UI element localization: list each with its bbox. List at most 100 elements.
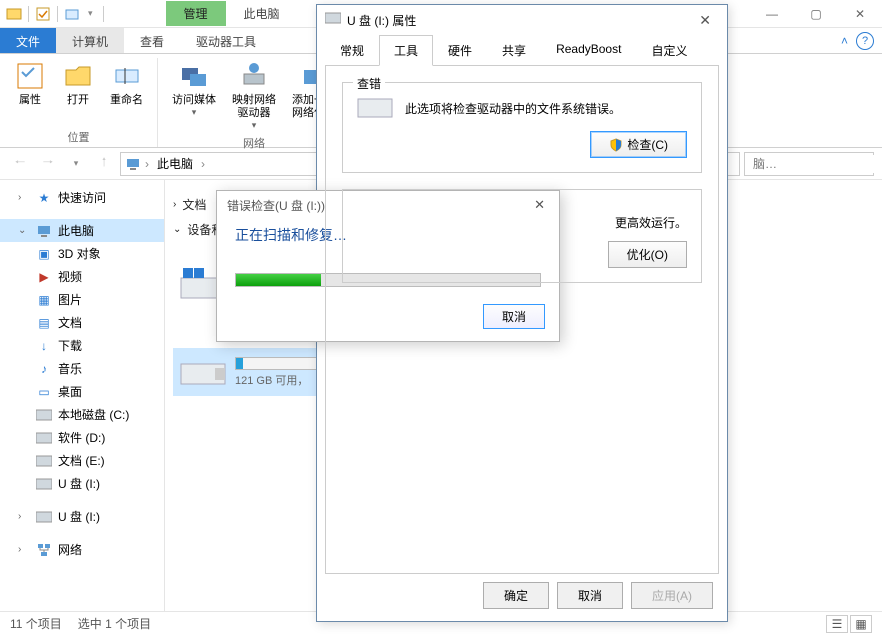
star-icon: ★ [36, 190, 52, 206]
chevron-down-icon: ▾ [192, 107, 197, 118]
optimize-description-tail: 更高效运行。 [357, 214, 687, 231]
qat-icon-2[interactable] [64, 6, 80, 22]
rename-button[interactable]: 重命名 [104, 58, 149, 127]
document-icon: ▤ [36, 315, 52, 331]
sidebar-item-usbI-root[interactable]: ›U 盘 (I:) [0, 505, 164, 528]
tab-sharing[interactable]: 共享 [487, 35, 541, 66]
picture-icon: ▦ [36, 292, 52, 308]
ribbon-collapse-icon[interactable]: ˄ [841, 34, 848, 48]
ok-button[interactable]: 确定 [483, 582, 549, 609]
sidebar-item-downloads[interactable]: ↓下载 [0, 334, 164, 357]
tab-tools[interactable]: 工具 [379, 35, 433, 66]
check-button[interactable]: 检查(C) [590, 131, 687, 158]
window-title: 此电脑 [226, 1, 298, 26]
apply-button[interactable]: 应用(A) [631, 582, 713, 609]
ribbon-group-network-label: 网络 [243, 133, 265, 153]
navigation-sidebar: › ★ 快速访问 ⌄ 此电脑 ▣3D 对象 ▶视频 ▦图片 ▤文档 ↓下载 ♪音… [0, 180, 165, 611]
open-button[interactable]: 打开 [56, 58, 100, 127]
drive-icon [36, 430, 52, 446]
desktop-icon: ▭ [36, 384, 52, 400]
qat-dropdown-icon[interactable]: ▾ [84, 8, 97, 19]
usb-drive-icon [36, 509, 52, 525]
help-icon[interactable]: ? [856, 32, 874, 50]
drive-icon [357, 95, 393, 121]
network-drive-icon [238, 60, 270, 92]
media-icon [178, 60, 210, 92]
tab-general[interactable]: 常规 [325, 35, 379, 66]
usb-drive-icon [36, 476, 52, 492]
sidebar-item-pictures[interactable]: ▦图片 [0, 288, 164, 311]
properties-dialog: U 盘 (I:) 属性 ✕ 常规 工具 硬件 共享 ReadyBoost 自定义… [316, 4, 728, 622]
sidebar-item-documents[interactable]: ▤文档 [0, 311, 164, 334]
fieldset-legend-check: 查错 [353, 75, 385, 92]
breadcrumb-thispc[interactable]: 此电脑 [153, 153, 197, 174]
sidebar-item-docsE[interactable]: 文档 (E:) [0, 449, 164, 472]
chevron-down-icon[interactable]: ⌄ [18, 225, 30, 236]
drive-icon [36, 453, 52, 469]
network-icon [36, 542, 52, 558]
properties-tabs: 常规 工具 硬件 共享 ReadyBoost 自定义 [317, 35, 727, 66]
chevron-right-icon[interactable]: › [145, 157, 149, 171]
search-input[interactable] [751, 155, 882, 173]
rename-icon [111, 60, 143, 92]
music-icon: ♪ [36, 361, 52, 377]
chevron-down-icon[interactable]: ⌄ [173, 224, 181, 235]
context-tab-manage[interactable]: 管理 [166, 1, 226, 26]
cube-icon: ▣ [36, 246, 52, 262]
sidebar-item-softD[interactable]: 软件 (D:) [0, 426, 164, 449]
drive-icon [36, 407, 52, 423]
check-description: 此选项将检查驱动器中的文件系统错误。 [405, 100, 687, 117]
video-icon: ▶ [36, 269, 52, 285]
maximize-button[interactable]: ▢ [794, 0, 838, 28]
fieldset-errorcheck: 查错 此选项将检查驱动器中的文件系统错误。 检查(C) [342, 82, 702, 173]
sidebar-item-network[interactable]: ›网络 [0, 538, 164, 561]
map-network-button[interactable]: 映射网络 驱动器 ▾ [226, 58, 282, 133]
tab-drivetools[interactable]: 驱动器工具 [180, 28, 272, 53]
optimize-button[interactable]: 优化(O) [608, 241, 687, 268]
chevron-right-icon[interactable]: › [18, 192, 30, 203]
sidebar-item-usbI[interactable]: U 盘 (I:) [0, 472, 164, 495]
tab-view[interactable]: 查看 [124, 28, 180, 53]
sidebar-item-quickaccess[interactable]: › ★ 快速访问 [0, 186, 164, 209]
chevron-right-icon[interactable]: › [201, 157, 205, 171]
nav-back-button[interactable]: 🠐 [8, 152, 32, 176]
tab-hardware[interactable]: 硬件 [433, 35, 487, 66]
cancel-button[interactable]: 取消 [557, 582, 623, 609]
sidebar-item-3dobjects[interactable]: ▣3D 对象 [0, 242, 164, 265]
minimize-button[interactable]: — [750, 0, 794, 28]
shield-icon [609, 138, 623, 152]
properties-close-button[interactable]: ✕ [691, 8, 719, 33]
sidebar-item-videos[interactable]: ▶视频 [0, 265, 164, 288]
status-selected-count: 选中 1 个项目 [78, 615, 151, 632]
usb-drive-icon [179, 354, 227, 390]
nav-history-button[interactable]: ▾ [64, 152, 88, 176]
chevron-right-icon[interactable]: › [173, 199, 176, 210]
chevron-down-icon: ▾ [252, 120, 257, 131]
tab-readyboost[interactable]: ReadyBoost [541, 35, 636, 66]
properties-title: U 盘 (I:) 属性 [347, 12, 416, 29]
sidebar-item-localC[interactable]: 本地磁盘 (C:) [0, 403, 164, 426]
qat-icon[interactable] [35, 6, 51, 22]
close-button[interactable]: ✕ [838, 0, 882, 28]
sidebar-item-music[interactable]: ♪音乐 [0, 357, 164, 380]
properties-button[interactable]: 属性 [8, 58, 52, 127]
search-box[interactable]: 🔍 [744, 152, 874, 176]
fieldset-optimize: 更高效运行。 优化(O) [342, 189, 702, 283]
nav-forward-button[interactable]: 🠒 [36, 152, 60, 176]
tab-custom[interactable]: 自定义 [636, 35, 702, 66]
properties-icon [14, 60, 46, 92]
tab-computer[interactable]: 计算机 [56, 28, 124, 53]
access-media-button[interactable]: 访问媒体 ▾ [166, 58, 222, 133]
view-details-button[interactable]: ☰ [826, 615, 848, 633]
chevron-right-icon[interactable]: › [18, 511, 30, 522]
tab-file[interactable]: 文件 [0, 28, 56, 53]
pc-icon [36, 223, 52, 239]
nav-up-button[interactable]: 🠑 [92, 152, 116, 176]
chevron-right-icon[interactable]: › [18, 544, 30, 555]
sidebar-item-desktop[interactable]: ▭桌面 [0, 380, 164, 403]
properties-titlebar[interactable]: U 盘 (I:) 属性 ✕ [317, 5, 727, 35]
sidebar-item-thispc[interactable]: ⌄ 此电脑 [0, 219, 164, 242]
errorcheck-title: 错误检查(U 盘 (I:)) [227, 197, 325, 214]
view-icons-button[interactable]: ▦ [850, 615, 872, 633]
usb-drive-icon [325, 12, 341, 28]
